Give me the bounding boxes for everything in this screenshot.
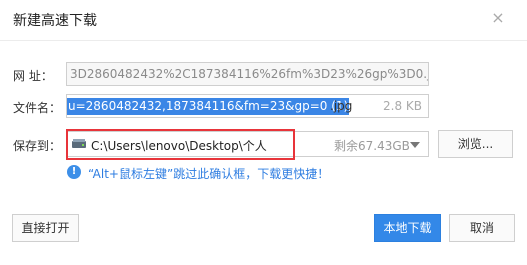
download-dialog: 新建高速下载 × 网 址： 3D2860482432%2C187384116%2… bbox=[0, 0, 527, 265]
open-directly-button[interactable]: 直接打开 bbox=[12, 214, 79, 242]
save-to-label: 保存到： bbox=[13, 139, 62, 153]
chevron-down-icon[interactable] bbox=[410, 142, 420, 148]
filename-input[interactable]: u=2860482432,187384116&fm=23&gp=0 (1) .j… bbox=[66, 94, 429, 118]
filename-label: 文件名： bbox=[13, 101, 62, 115]
drive-icon bbox=[72, 139, 86, 148]
url-label: 网 址： bbox=[13, 69, 53, 83]
tip-text: “Alt+鼠标左键”跳过此确认框，下载更快捷！ bbox=[88, 167, 330, 181]
free-space: 剩余67.43GB bbox=[334, 139, 410, 153]
url-value: 3D2860482432%2C187384116%26fm%3D23%26gp%… bbox=[70, 67, 429, 81]
cancel-button[interactable]: 取消 bbox=[449, 214, 515, 242]
browse-button[interactable]: 浏览... bbox=[438, 130, 513, 158]
dialog-title: 新建高速下载 bbox=[13, 13, 97, 29]
local-download-button[interactable]: 本地下载 bbox=[374, 214, 441, 242]
url-field[interactable]: 3D2860482432%2C187384116%26fm%3D23%26gp%… bbox=[66, 62, 429, 86]
close-icon[interactable]: × bbox=[491, 10, 505, 26]
file-size: 2.8 KB bbox=[383, 99, 422, 113]
title-divider bbox=[0, 40, 527, 41]
save-path: C:\Users\lenovo\Desktop\个人 bbox=[91, 139, 267, 153]
info-icon: ! bbox=[67, 165, 81, 179]
filename-selected-text: u=2860482432,187384116&fm=23&gp=0 (1) bbox=[67, 98, 350, 115]
save-path-select[interactable]: C:\Users\lenovo\Desktop\个人 剩余67.43GB bbox=[66, 131, 429, 157]
filename-extension: .jpg bbox=[330, 99, 353, 113]
